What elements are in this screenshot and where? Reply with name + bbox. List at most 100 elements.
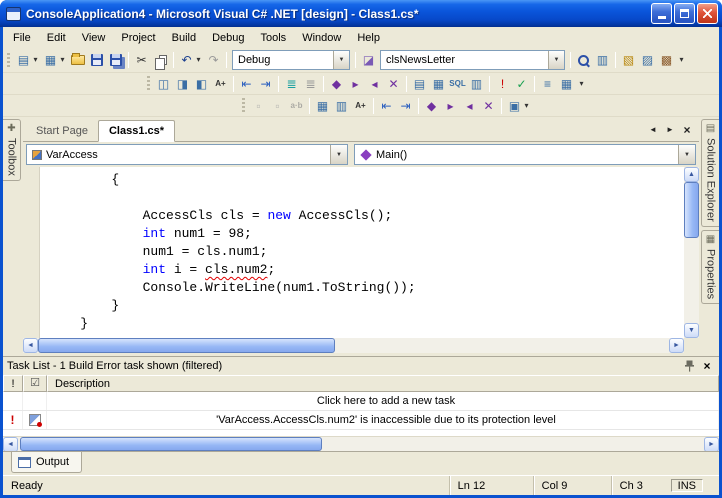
word-spacing-icon[interactable]: a·b [287,96,306,115]
members-combo[interactable]: Main() ▼ [354,144,696,165]
tab-output[interactable]: Output [11,452,83,473]
new-project-dropdown-icon[interactable]: ▾ [30,51,41,70]
sort-ascending-icon[interactable]: A+ [351,96,370,115]
horizontal-scrollbar[interactable]: ◄ ► [23,338,684,353]
code-line[interactable]: Console.WriteLine(num1.ToString()); [49,279,684,297]
properties-window-icon[interactable]: ▨ [638,51,657,70]
add-new-item-dropdown-icon[interactable]: ▾ [57,51,68,70]
vertical-scrollbar-thumb[interactable] [684,182,699,238]
show-sql-pane-icon[interactable]: SQL [448,74,467,93]
maximize-button[interactable] [674,3,695,24]
task-row[interactable]: ! 'VarAccess.AccessCls.num2' is inaccessi… [3,411,719,430]
decrease-indent-icon[interactable]: ⇤ [237,74,256,93]
scroll-documents-left-icon[interactable]: ◄ [646,123,660,136]
database-dropdown-icon[interactable]: ▾ [521,96,532,115]
menu-build[interactable]: Build [164,29,204,47]
code-line[interactable]: { [49,171,684,189]
open-file-icon[interactable] [68,51,87,70]
uncomment-selection-icon[interactable]: ≣ [301,74,320,93]
tab-solution-explorer[interactable]: ▤ Solution Explorer [701,119,719,227]
code-line[interactable]: num1 = cls.num1; [49,243,684,261]
tab-start-page[interactable]: Start Page [26,121,98,141]
toggle-bookmark-icon[interactable]: ◆ [422,96,441,115]
parameter-info-icon[interactable]: ◨ [173,74,192,93]
column-view-icon[interactable]: ▥ [332,96,351,115]
code-area[interactable]: { AccessCls cls = new AccessCls(); int n… [41,167,684,338]
code-line[interactable]: } [49,297,684,315]
members-combo-dropdown-icon[interactable]: ▼ [678,145,695,164]
horizontal-scrollbar-track[interactable] [38,338,669,353]
copy-icon[interactable] [151,51,170,70]
comment-selection-icon[interactable]: ≣ [282,74,301,93]
menu-file[interactable]: File [5,29,39,47]
previous-bookmark-icon[interactable]: ◂ [460,96,479,115]
menu-view[interactable]: View [74,29,114,47]
horizontal-scrollbar-thumb[interactable] [38,338,335,353]
toolbar-gripper[interactable] [147,76,150,91]
navigate-symbol-icon[interactable]: ◪ [359,51,378,70]
quick-info-icon[interactable]: ◧ [192,74,211,93]
menu-project[interactable]: Project [113,29,163,47]
member-list-combo-dropdown-icon[interactable]: ▼ [548,51,564,69]
next-bookmark-icon[interactable]: ▸ [346,74,365,93]
decrease-indent-icon[interactable]: ⇤ [377,96,396,115]
verify-sql-syntax-icon[interactable]: ✓ [512,74,531,93]
insert-row-icon[interactable]: ▫ [249,96,268,115]
types-combo-dropdown-icon[interactable]: ▼ [330,145,347,164]
scroll-up-icon[interactable]: ▲ [684,167,699,182]
member-list-combo[interactable]: clsNewsLetter ▼ [380,50,565,70]
close-document-icon[interactable]: × [680,123,694,137]
task-list-titlebar[interactable]: Task List - 1 Build Error task shown (fi… [3,357,719,375]
description-column-header[interactable]: Description [47,375,719,392]
scroll-right-icon[interactable]: ► [669,338,684,353]
delete-row-icon[interactable]: ▫ [268,96,287,115]
code-editor[interactable]: { AccessCls cls = new AccessCls(); int n… [23,167,699,353]
close-button[interactable] [697,3,718,24]
solution-explorer-icon[interactable]: ▧ [619,51,638,70]
code-line[interactable]: int num1 = 98; [49,225,684,243]
solution-configurations-combo[interactable]: Debug ▼ [232,50,350,70]
code-line[interactable]: AccessCls cls = new AccessCls(); [49,207,684,225]
cut-icon[interactable]: ✂ [132,51,151,70]
clear-bookmarks-icon[interactable]: ✕ [384,74,403,93]
task-scroll-left-icon[interactable]: ◄ [3,437,18,452]
pin-icon[interactable] [681,359,697,374]
menu-window[interactable]: Window [294,29,349,47]
editor-margin[interactable] [23,167,40,338]
find-icon[interactable] [574,51,593,70]
run-query-icon[interactable]: ! [493,74,512,93]
tab-properties[interactable]: ▦ Properties [701,229,719,304]
types-combo[interactable]: VarAccess ▼ [26,144,348,165]
show-diagram-pane-icon[interactable]: ▤ [410,74,429,93]
tab-class1-cs[interactable]: Class1.cs* [97,120,176,142]
menu-tools[interactable]: Tools [253,29,295,47]
code-line[interactable] [49,189,684,207]
menu-help[interactable]: Help [349,29,388,47]
scroll-documents-right-icon[interactable]: ► [663,123,677,136]
undo-dropdown-icon[interactable]: ▾ [193,51,204,70]
toolbar-options-icon[interactable]: ▾ [676,51,687,70]
toggle-bookmark-icon[interactable]: ◆ [327,74,346,93]
toolbar-options-icon[interactable]: ▾ [576,74,587,93]
menu-debug[interactable]: Debug [204,29,252,47]
scroll-left-icon[interactable]: ◄ [23,338,38,353]
increase-indent-icon[interactable]: ⇥ [396,96,415,115]
increase-indent-icon[interactable]: ⇥ [256,74,275,93]
solution-configurations-combo-dropdown-icon[interactable]: ▼ [333,51,349,69]
command-window-icon[interactable]: ▥ [593,51,612,70]
task-scroll-right-icon[interactable]: ► [704,437,719,452]
toolbar-gripper[interactable] [7,52,10,68]
code-line[interactable]: } [49,315,684,333]
clear-bookmarks-icon[interactable]: ✕ [479,96,498,115]
show-grid-pane-icon[interactable]: ▦ [429,74,448,93]
toolbar-gripper[interactable] [242,98,245,113]
task-list-scrollbar[interactable]: ◄ ► [3,436,719,452]
minimize-button[interactable] [651,3,672,24]
table-view-icon[interactable]: ▦ [313,96,332,115]
member-list-dropdown-icon[interactable]: ◫ [154,74,173,93]
scroll-down-icon[interactable]: ▼ [684,323,699,338]
task-description-cell[interactable]: Click here to add a new task [47,392,719,410]
next-bookmark-icon[interactable]: ▸ [441,96,460,115]
toolbox-tab[interactable]: ✚ Toolbox [3,119,21,181]
add-table-icon[interactable]: ▦ [557,74,576,93]
